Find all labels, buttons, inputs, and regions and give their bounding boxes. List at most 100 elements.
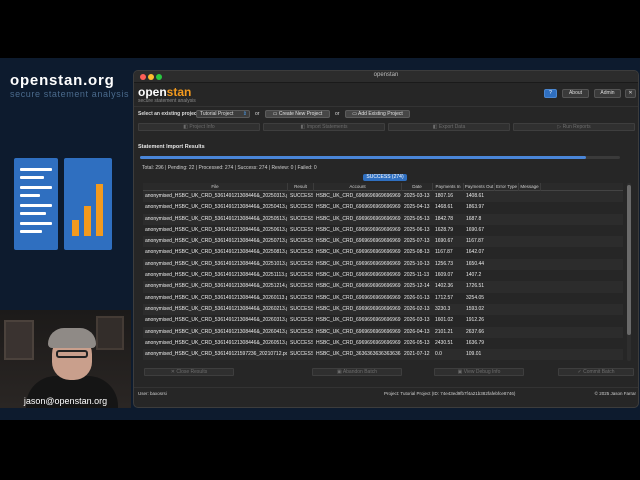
- project-select-label: Select an existing project:: [138, 111, 200, 117]
- project-dropdown-value: Tutorial Project: [200, 111, 234, 117]
- admin-button[interactable]: Admin: [594, 89, 621, 98]
- presenter-glasses: [56, 350, 88, 358]
- column-header[interactable]: Payments In: [433, 183, 464, 191]
- app-logo: openstan: [138, 85, 191, 99]
- table-cell: 2026-01-13: [404, 294, 430, 301]
- table-cell: 109.01: [435, 360, 463, 361]
- close-button[interactable]: ✕: [625, 89, 636, 98]
- commit-batch-button[interactable]: ✓ Commit Batch: [558, 368, 634, 376]
- table-cell: anonymised_HSBC_UK_CRD_536149121308446&_…: [145, 204, 287, 211]
- commit-batch-label: Commit Batch: [583, 369, 615, 375]
- table-cell: HSBC_UK_CRD_6969696969696969: [316, 249, 401, 256]
- table-row[interactable]: anonymised_HSBC_UK_CRD_536149121308446&_…: [143, 303, 623, 316]
- project-selection-bar: Select an existing project: Tutorial Pro…: [134, 107, 638, 121]
- table-cell: 1650.44: [466, 260, 485, 267]
- table-cell: SUCCESS: [290, 317, 313, 324]
- screen: openstan.org secure statement analysis j…: [0, 0, 640, 480]
- table-row[interactable]: anonymised_HSBC_UK_CRD_536149121308446&_…: [143, 202, 623, 213]
- table-cell: SUCCESS: [290, 351, 313, 358]
- table-cell: anonymised_HSBC_UK_CRD_536149121308446&_…: [145, 294, 287, 301]
- table-row[interactable]: anonymised_HSBC_UK_CRD_536149121308446&_…: [143, 270, 623, 281]
- success-filter-badge[interactable]: SUCCESS (274): [363, 174, 407, 181]
- table-row[interactable]: anonymised_HSBC_UK_CRD_536149121308446&_…: [143, 225, 623, 236]
- about-button[interactable]: About: [562, 89, 589, 98]
- table-cell: HSBC_UK_CRD_6969696969696969: [316, 294, 401, 301]
- column-header[interactable]: Error Type: [495, 183, 519, 191]
- view-debug-button[interactable]: ▣ View Debug Info: [434, 368, 524, 376]
- column-header[interactable]: Date: [402, 183, 433, 191]
- table-cell: 1402.36: [435, 283, 454, 290]
- table-cell: 1593.02: [466, 305, 485, 312]
- table-cell: 1256.73: [435, 260, 454, 267]
- column-header[interactable]: Payments Out: [464, 183, 495, 191]
- table-row[interactable]: anonymised_HSBC_UK_CRD_536149121308446&_…: [143, 338, 623, 349]
- add-project-label: Add Existing Project: [358, 111, 403, 117]
- table-cell: anonymised_HSBC_UK_CRD_536149121308446&_…: [145, 328, 287, 335]
- table-row[interactable]: anonymised_HSBC_UK_CRD_536149121597236_2…: [143, 360, 623, 361]
- table-cell: anonymised_HSBC_UK_CRD_536149121308446&_…: [145, 339, 287, 346]
- help-button[interactable]: ?: [544, 89, 557, 98]
- table-cell: 1167.87: [466, 238, 484, 245]
- table-cell: anonymised_HSBC_UK_CRD_536149121597236_2…: [145, 351, 287, 358]
- workflow-tabs: ◧ Project Info ◧ Import Statements ◧ Exp…: [134, 122, 638, 133]
- table-cell: HSBC_UK_CRD_6969696969696969: [316, 317, 401, 324]
- table-row[interactable]: anonymised_HSBC_UK_CRD_536149121308446&_…: [143, 315, 623, 326]
- table-row[interactable]: anonymised_HSBC_UK_CRD_536149121308446&_…: [143, 281, 623, 293]
- scroll-thumb[interactable]: [627, 185, 631, 335]
- close-results-button[interactable]: ✕ Close Results: [144, 368, 234, 376]
- table-cell: 1468.61: [435, 204, 454, 211]
- table-cell: 2101.21: [435, 328, 454, 335]
- table-row[interactable]: anonymised_HSBC_UK_CRD_536149121308446&_…: [143, 213, 623, 225]
- table-cell: 1636.79: [466, 339, 485, 346]
- table-row[interactable]: anonymised_HSBC_UK_CRD_536149121308446&_…: [143, 293, 623, 304]
- table-cell: HSBC_UK_CRD_6969696969696969: [316, 260, 401, 267]
- table-cell: 1432.56: [466, 360, 494, 361]
- table-cell: 1690.67: [466, 226, 485, 233]
- logo-main: open: [138, 85, 167, 99]
- column-header[interactable]: File: [143, 183, 288, 191]
- table-cell: anonymised_HSBC_UK_CRD_536149121308446&_…: [145, 215, 287, 222]
- abandon-batch-button[interactable]: ▣ Abandon Batch: [312, 368, 402, 376]
- view-debug-label: View Debug Info: [463, 369, 501, 375]
- table-cell: SUCCESS: [290, 283, 313, 290]
- create-project-button[interactable]: ▭ Create New Project: [265, 110, 330, 118]
- table-cell: 1712.57: [435, 294, 454, 301]
- table-cell: 2637.66: [466, 328, 485, 335]
- table-row[interactable]: anonymised_HSBC_UK_CRD_536149121308446&_…: [143, 236, 623, 248]
- table-cell: 3254.05: [466, 294, 485, 301]
- project-info-button[interactable]: ◧ Project Info: [138, 123, 260, 131]
- table-cell: 3230.3: [435, 305, 451, 312]
- table-row[interactable]: anonymised_HSBC_UK_CRD_536149121308446&_…: [143, 191, 623, 203]
- abandon-batch-label: Abandon Batch: [342, 369, 378, 375]
- table-cell: 2025-05-13: [404, 215, 430, 222]
- table-cell: 2025-03-13: [404, 193, 430, 199]
- results-table: File Result Account Date Payments In Payments…: [143, 183, 623, 361]
- column-header[interactable]: Message: [519, 183, 541, 191]
- table-row[interactable]: anonymised_HSBC_UK_CRD_536149121308446&_…: [143, 258, 623, 271]
- column-header[interactable]: Account: [314, 183, 402, 191]
- table-cell: HSBC_UK_CRD_3636363636363636: [316, 351, 401, 358]
- table-cell: SUCCESS: [290, 305, 313, 312]
- export-data-button[interactable]: ◧ Export Data: [388, 123, 510, 131]
- run-reports-button[interactable]: ▷ Run Reports: [513, 123, 635, 131]
- app-header: openstan secure statement analysis ? Abo…: [134, 83, 638, 107]
- table-cell: 1167.87: [435, 249, 453, 256]
- brand-tagline: secure statement analysis: [10, 89, 130, 99]
- add-project-button[interactable]: ▭ Add Existing Project: [345, 110, 410, 118]
- table-cell: SUCCESS: [290, 204, 313, 211]
- table-scrollbar[interactable]: [627, 183, 631, 361]
- table-row[interactable]: anonymised_HSBC_UK_CRD_536149121308446&_…: [143, 326, 623, 338]
- table-cell: HSBC_UK_CRD_6969696969696969: [316, 283, 401, 290]
- table-row[interactable]: anonymised_HSBC_UK_CRD_536149121308446&_…: [143, 247, 623, 258]
- table-cell: anonymised_HSBC_UK_CRD_536149121308446&_…: [145, 249, 287, 256]
- table-cell: 2021-07-12: [404, 351, 430, 358]
- status-user: User: baxosrsi: [138, 391, 167, 396]
- table-cell: 1690.67: [435, 238, 454, 245]
- export-data-label: Export Data: [438, 124, 466, 130]
- import-statements-button[interactable]: ◧ Import Statements: [263, 123, 385, 131]
- table-cell: SUCCESS: [290, 193, 313, 199]
- table-cell: HSBC_UK_CRD_6969696969696969: [316, 226, 401, 233]
- table-row[interactable]: anonymised_HSBC_UK_CRD_536149121597236_2…: [143, 349, 623, 361]
- column-header[interactable]: Result: [288, 183, 314, 191]
- project-dropdown[interactable]: Tutorial Project ⇕: [196, 110, 250, 118]
